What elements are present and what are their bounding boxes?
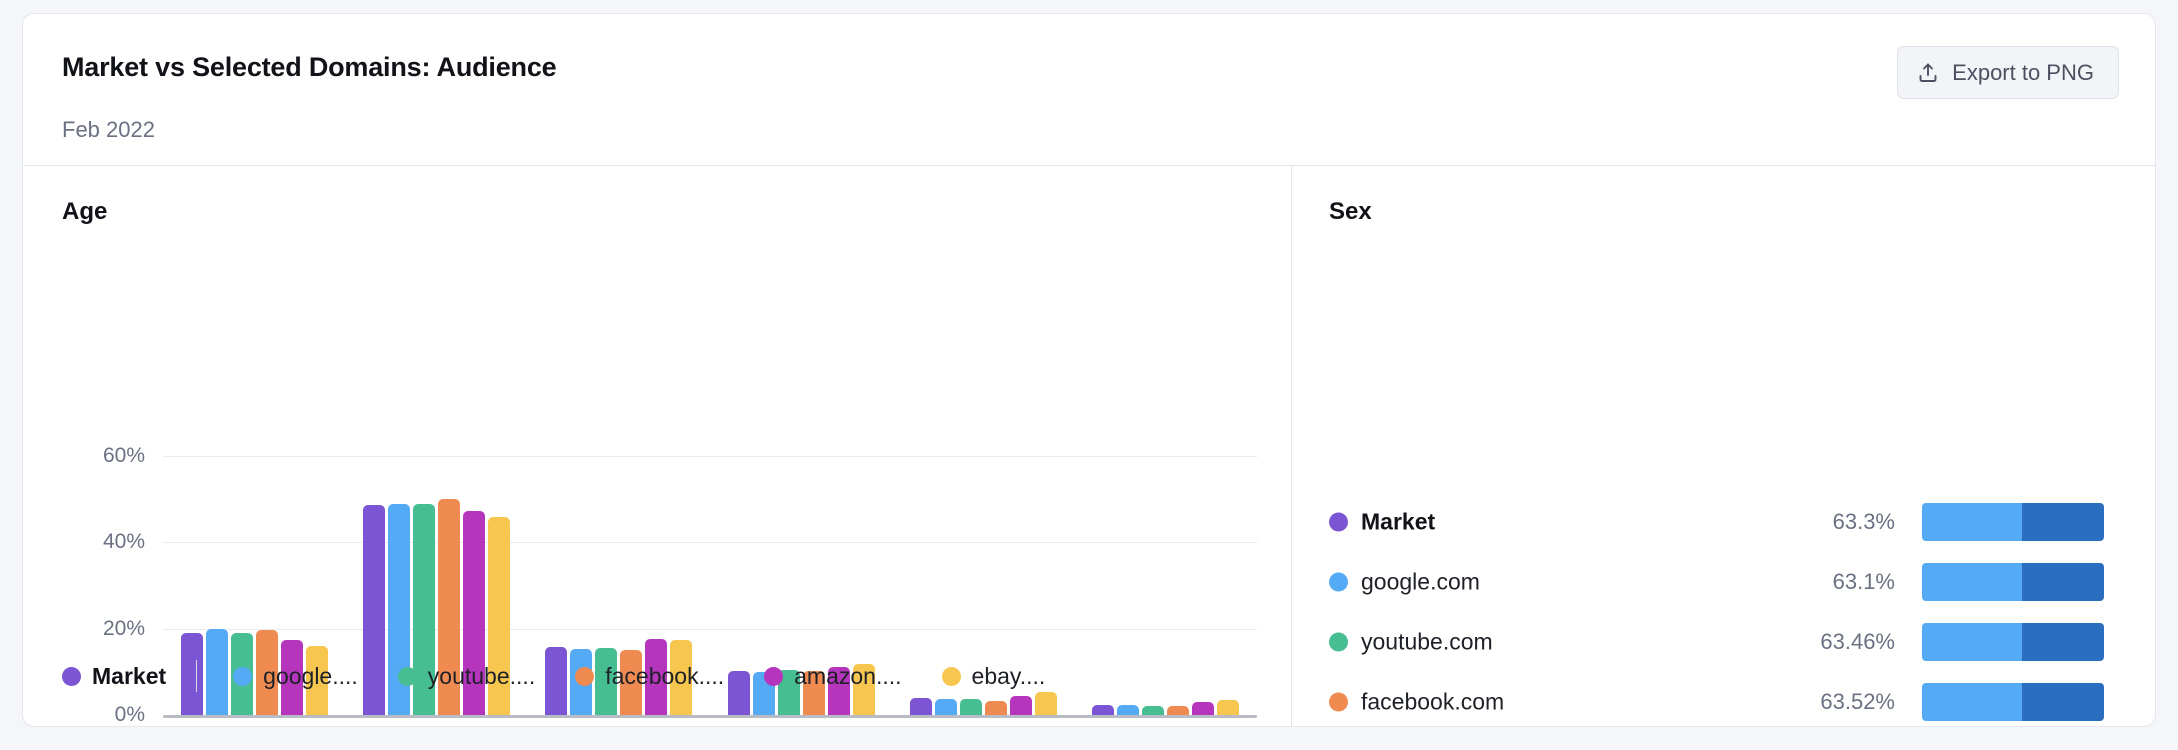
sex-row: youtube.com 63.46% 36.54% [1292,612,2155,672]
legend-color-dot [233,666,253,686]
sex-split-bar [1922,683,2104,721]
bar[interactable] [1192,702,1215,715]
sex-row: Market 63.3% 36.7% [1292,492,2155,552]
chart-baseline [163,715,1257,718]
card-body: Age 0%20%40%60% 18-2425-3435-4445-5455-6… [23,166,2155,726]
sex-split-bar [1922,623,2104,661]
legend-item-label: google.... [263,662,358,689]
legend-color-dot [62,666,81,686]
legend-color-dot [764,666,784,686]
y-axis-tick-label: 40% [102,530,145,554]
age-panel-title: Age [62,198,108,225]
sex-panel: Sex Male Female Market 63.3% 36.7% google.c… [1292,166,2155,726]
bar[interactable] [909,698,932,715]
bar-group [1075,456,1257,715]
male-bar-segment[interactable] [1922,623,2023,661]
bar[interactable] [959,698,982,715]
legend-item-google[interactable]: google.... [233,663,358,690]
bar[interactable] [1117,704,1140,715]
export-button-label: Export to PNG [1952,59,2094,85]
male-bar-segment[interactable] [1922,683,2023,721]
sex-row-name[interactable]: google.com [1329,569,1480,596]
female-bar-segment[interactable] [2022,503,2104,541]
upload-icon [1916,61,1940,85]
sex-split-bar [1922,563,2104,601]
age-panel: Age 0%20%40%60% 18-2425-3435-4445-5455-6… [23,166,1292,726]
legend-item-label: Market [92,662,167,689]
y-axis-tick-label: 20% [102,616,145,640]
legend-item-facebook[interactable]: facebook.... [575,663,724,690]
bar[interactable] [1009,696,1032,715]
female-percent-value: 36.7% [2125,509,2155,535]
sex-row-name[interactable]: youtube.com [1329,629,1493,656]
bar[interactable] [934,699,957,715]
bar[interactable] [1034,692,1057,715]
sex-panel-title: Sex [1329,198,1372,225]
sex-row-label: Market [1361,508,1436,535]
sex-row-name[interactable]: facebook.com [1329,689,1504,716]
female-percent-value: 36.9% [2125,569,2155,595]
bar[interactable] [1217,700,1240,715]
sex-row-label: google.com [1361,568,1480,595]
female-bar-segment[interactable] [2022,623,2104,661]
y-axis-tick-label: 60% [102,444,145,467]
female-bar-segment[interactable] [2022,563,2104,601]
sex-row: facebook.com 63.52% 36.48% [1292,672,2155,726]
bar[interactable] [1142,705,1165,715]
sex-row: google.com 63.1% 36.9% [1292,552,2155,612]
male-percent-value: 63.52% [1820,689,1895,714]
legend-color-dot [941,666,961,686]
sex-row-label: facebook.com [1361,688,1505,715]
legend-item-label: facebook.... [605,662,725,689]
sex-row-label: youtube.com [1361,628,1493,655]
export-to-png-button[interactable]: Export to PNG [1897,46,2119,99]
legend-item-label: amazon.... [794,662,902,689]
male-bar-segment[interactable] [1922,563,2023,601]
y-axis-tick-label: 0% [114,703,145,726]
legend-color-dot [397,666,417,686]
audience-card: Market vs Selected Domains: Audience Feb… [22,13,2156,727]
legend-item-label: ebay.... [971,662,1046,689]
sex-row-color-dot [1329,692,1348,712]
male-bar-segment[interactable] [1922,503,2023,541]
bar[interactable] [984,700,1007,715]
date-range-label: Feb 2022 [62,117,155,142]
female-percent-value: 36.54% [2125,629,2155,655]
sex-row-color-dot [1329,632,1348,652]
female-bar-segment[interactable] [2022,683,2104,721]
sex-column-headers: Male Female [1292,454,2155,482]
sex-rows: Market 63.3% 36.7% google.com 63.1% 36.9% yout… [1292,492,2155,726]
legend-color-dot [575,666,595,686]
male-percent-value: 63.46% [1820,629,1895,654]
bar[interactable] [1092,705,1115,715]
sex-row-color-dot [1329,512,1348,532]
page-title: Market vs Selected Domains: Audience [62,52,557,82]
card-header: Market vs Selected Domains: Audience Feb… [23,14,2155,166]
chart-legend: Market google.... youtube.... facebook.... a… [62,659,1085,693]
sex-row-color-dot [1329,572,1348,592]
legend-divider [196,660,198,692]
male-percent-value: 63.3% [1832,509,1895,534]
legend-item-ebay[interactable]: ebay.... [941,662,1046,690]
legend-item-label: youtube.... [427,662,536,689]
sex-row-name[interactable]: Market [1329,509,1435,536]
sex-split-bar [1922,503,2104,541]
legend-item-amazon[interactable]: amazon.... [764,662,902,690]
female-percent-value: 36.48% [2125,689,2155,715]
legend-item-youtube[interactable]: youtube.... [397,662,536,690]
male-percent-value: 63.1% [1832,569,1895,594]
legend-item-market[interactable]: Market [62,663,166,690]
bar[interactable] [1167,705,1190,715]
